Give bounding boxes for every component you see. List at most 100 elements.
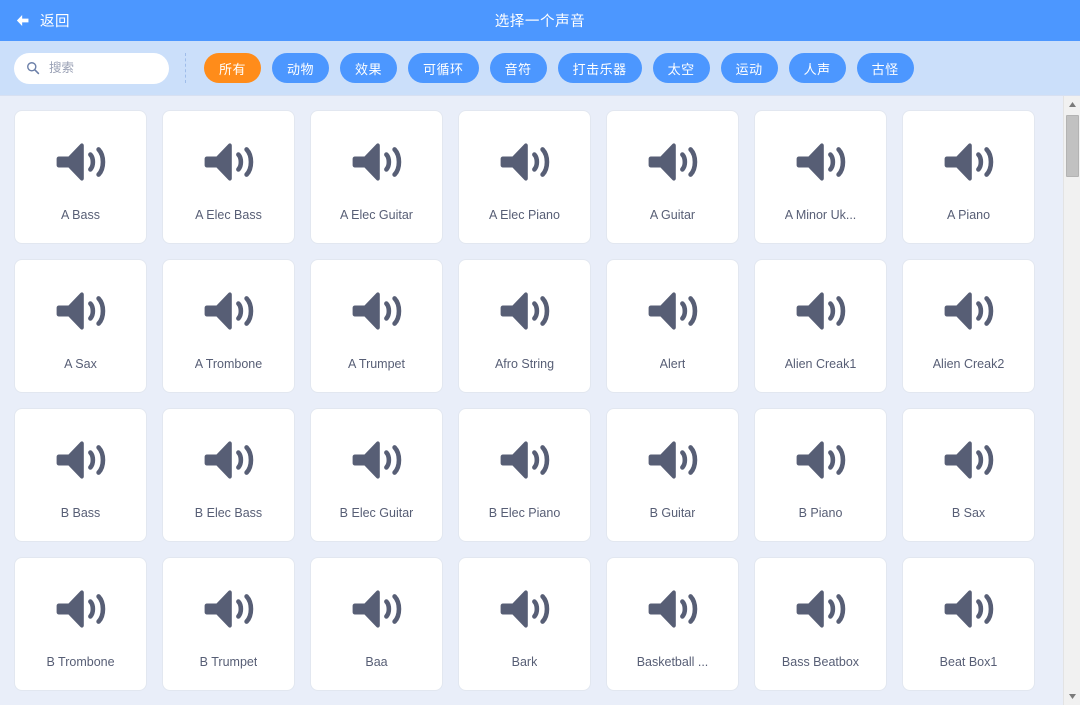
speaker-volume-icon bbox=[53, 281, 109, 335]
category-pill-notes[interactable]: 音符 bbox=[489, 53, 547, 83]
sound-card-label: B Sax bbox=[951, 506, 986, 520]
sound-card[interactable]: A Bass bbox=[14, 110, 147, 244]
category-pill-space[interactable]: 太空 bbox=[652, 53, 710, 83]
back-button[interactable]: 返回 bbox=[14, 10, 70, 31]
library-scroll-area[interactable]: A Bass A Elec Bass A Elec Guitar A Elec Pia… bbox=[0, 96, 1063, 705]
sound-card-label: Afro String bbox=[494, 357, 555, 371]
sound-card-label: A Trombone bbox=[194, 357, 263, 371]
sound-card-label: Alert bbox=[659, 357, 686, 371]
sound-card-label: B Trombone bbox=[46, 655, 115, 669]
category-pill-percussion[interactable]: 打击乐器 bbox=[557, 53, 642, 83]
sound-card[interactable]: A Piano bbox=[902, 110, 1035, 244]
sound-card-label: Bark bbox=[511, 655, 538, 669]
sound-card[interactable]: B Trombone bbox=[14, 557, 147, 691]
sound-card-label: A Elec Piano bbox=[489, 208, 560, 222]
sound-card[interactable]: B Elec Bass bbox=[162, 408, 295, 542]
speaker-volume-icon bbox=[53, 132, 109, 186]
sound-card-label: A Elec Guitar bbox=[340, 208, 413, 222]
vertical-scrollbar[interactable] bbox=[1063, 96, 1080, 705]
sound-card[interactable]: A Elec Bass bbox=[162, 110, 295, 244]
sound-card[interactable]: B Elec Guitar bbox=[310, 408, 443, 542]
category-pill-voice[interactable]: 人声 bbox=[788, 53, 846, 83]
sound-card[interactable]: A Guitar bbox=[606, 110, 739, 244]
sound-card[interactable]: B Guitar bbox=[606, 408, 739, 542]
sound-card[interactable]: A Sax bbox=[14, 259, 147, 393]
sound-card[interactable]: Alien Creak2 bbox=[902, 259, 1035, 393]
sound-card-label: B Trumpet bbox=[199, 655, 258, 669]
speaker-volume-icon bbox=[793, 579, 849, 633]
sound-card-label: B Elec Bass bbox=[194, 506, 263, 520]
category-pill-sports[interactable]: 运动 bbox=[720, 53, 778, 83]
speaker-volume-icon bbox=[645, 430, 701, 484]
speaker-volume-icon bbox=[941, 430, 997, 484]
category-pill-animals[interactable]: 动物 bbox=[272, 53, 330, 83]
speaker-volume-icon bbox=[793, 430, 849, 484]
speaker-volume-icon bbox=[201, 430, 257, 484]
speaker-volume-icon bbox=[497, 281, 553, 335]
sound-card[interactable]: Alien Creak1 bbox=[754, 259, 887, 393]
sound-card[interactable]: Baa bbox=[310, 557, 443, 691]
sound-card[interactable]: B Bass bbox=[14, 408, 147, 542]
search-icon bbox=[26, 61, 40, 75]
sound-card-label: A Minor Uk... bbox=[784, 208, 857, 222]
speaker-volume-icon bbox=[941, 281, 997, 335]
speaker-volume-icon bbox=[497, 579, 553, 633]
sound-card[interactable]: A Minor Uk... bbox=[754, 110, 887, 244]
sound-card[interactable]: B Elec Piano bbox=[458, 408, 591, 542]
caret-down-icon[interactable] bbox=[1063, 688, 1080, 705]
speaker-volume-icon bbox=[349, 281, 405, 335]
speaker-volume-icon bbox=[201, 281, 257, 335]
sound-card[interactable]: Afro String bbox=[458, 259, 591, 393]
sound-card-label: Bass Beatbox bbox=[781, 655, 860, 669]
sound-card-label: B Piano bbox=[798, 506, 843, 520]
speaker-volume-icon bbox=[349, 579, 405, 633]
sound-card[interactable]: B Sax bbox=[902, 408, 1035, 542]
sound-card-label: B Elec Guitar bbox=[339, 506, 414, 520]
arrow-left-icon bbox=[14, 12, 31, 29]
search-box[interactable] bbox=[14, 52, 169, 84]
caret-up-icon[interactable] bbox=[1063, 96, 1080, 113]
speaker-volume-icon bbox=[349, 132, 405, 186]
sound-card[interactable]: A Trombone bbox=[162, 259, 295, 393]
sound-card-label: Baa bbox=[365, 655, 388, 669]
sound-card[interactable]: Beat Box1 bbox=[902, 557, 1035, 691]
sound-grid: A Bass A Elec Bass A Elec Guitar A Elec Pia… bbox=[14, 110, 1063, 691]
sound-card-label: Basketball ... bbox=[636, 655, 709, 669]
speaker-volume-icon bbox=[497, 430, 553, 484]
sound-card-label: A Sax bbox=[64, 357, 97, 371]
category-pill-all[interactable]: 所有 bbox=[204, 53, 262, 83]
speaker-volume-icon bbox=[941, 579, 997, 633]
sound-card[interactable]: Alert bbox=[606, 259, 739, 393]
speaker-volume-icon bbox=[53, 430, 109, 484]
sound-card-label: A Trumpet bbox=[348, 357, 405, 371]
sound-card-label: A Bass bbox=[61, 208, 100, 222]
sound-card[interactable]: B Piano bbox=[754, 408, 887, 542]
scrollbar-track[interactable] bbox=[1064, 113, 1080, 688]
sound-card[interactable]: Bass Beatbox bbox=[754, 557, 887, 691]
window-header: 返回 选择一个声音 bbox=[0, 0, 1080, 41]
scrollbar-thumb[interactable] bbox=[1065, 115, 1079, 177]
sound-card-label: B Guitar bbox=[649, 506, 696, 520]
sound-card[interactable]: A Elec Piano bbox=[458, 110, 591, 244]
sound-card-label: B Elec Piano bbox=[488, 506, 561, 520]
category-pill-effects[interactable]: 效果 bbox=[340, 53, 398, 83]
category-pill-loops[interactable]: 可循环 bbox=[408, 53, 479, 83]
speaker-volume-icon bbox=[497, 132, 553, 186]
sound-card-label: A Elec Bass bbox=[195, 208, 262, 222]
sound-card[interactable]: B Trumpet bbox=[162, 557, 295, 691]
sound-card[interactable]: A Elec Guitar bbox=[310, 110, 443, 244]
library-body: A Bass A Elec Bass A Elec Guitar A Elec Pia… bbox=[0, 95, 1080, 705]
category-pill-wacky[interactable]: 古怪 bbox=[856, 53, 914, 83]
sound-card[interactable]: A Trumpet bbox=[310, 259, 443, 393]
speaker-volume-icon bbox=[941, 132, 997, 186]
sound-card-label: Alien Creak1 bbox=[784, 357, 857, 371]
sound-library-window: 返回 选择一个声音 所有 动物 效果 可循环 音符 打击乐器 太空 运动 人声 bbox=[0, 0, 1080, 705]
page-title: 选择一个声音 bbox=[494, 14, 586, 30]
filter-bar: 所有 动物 效果 可循环 音符 打击乐器 太空 运动 人声 古怪 bbox=[0, 41, 1080, 95]
sound-card-label: B Bass bbox=[60, 506, 101, 520]
search-input[interactable] bbox=[49, 61, 159, 75]
sound-card[interactable]: Bark bbox=[458, 557, 591, 691]
sound-card[interactable]: Basketball ... bbox=[606, 557, 739, 691]
speaker-volume-icon bbox=[201, 579, 257, 633]
speaker-volume-icon bbox=[645, 281, 701, 335]
